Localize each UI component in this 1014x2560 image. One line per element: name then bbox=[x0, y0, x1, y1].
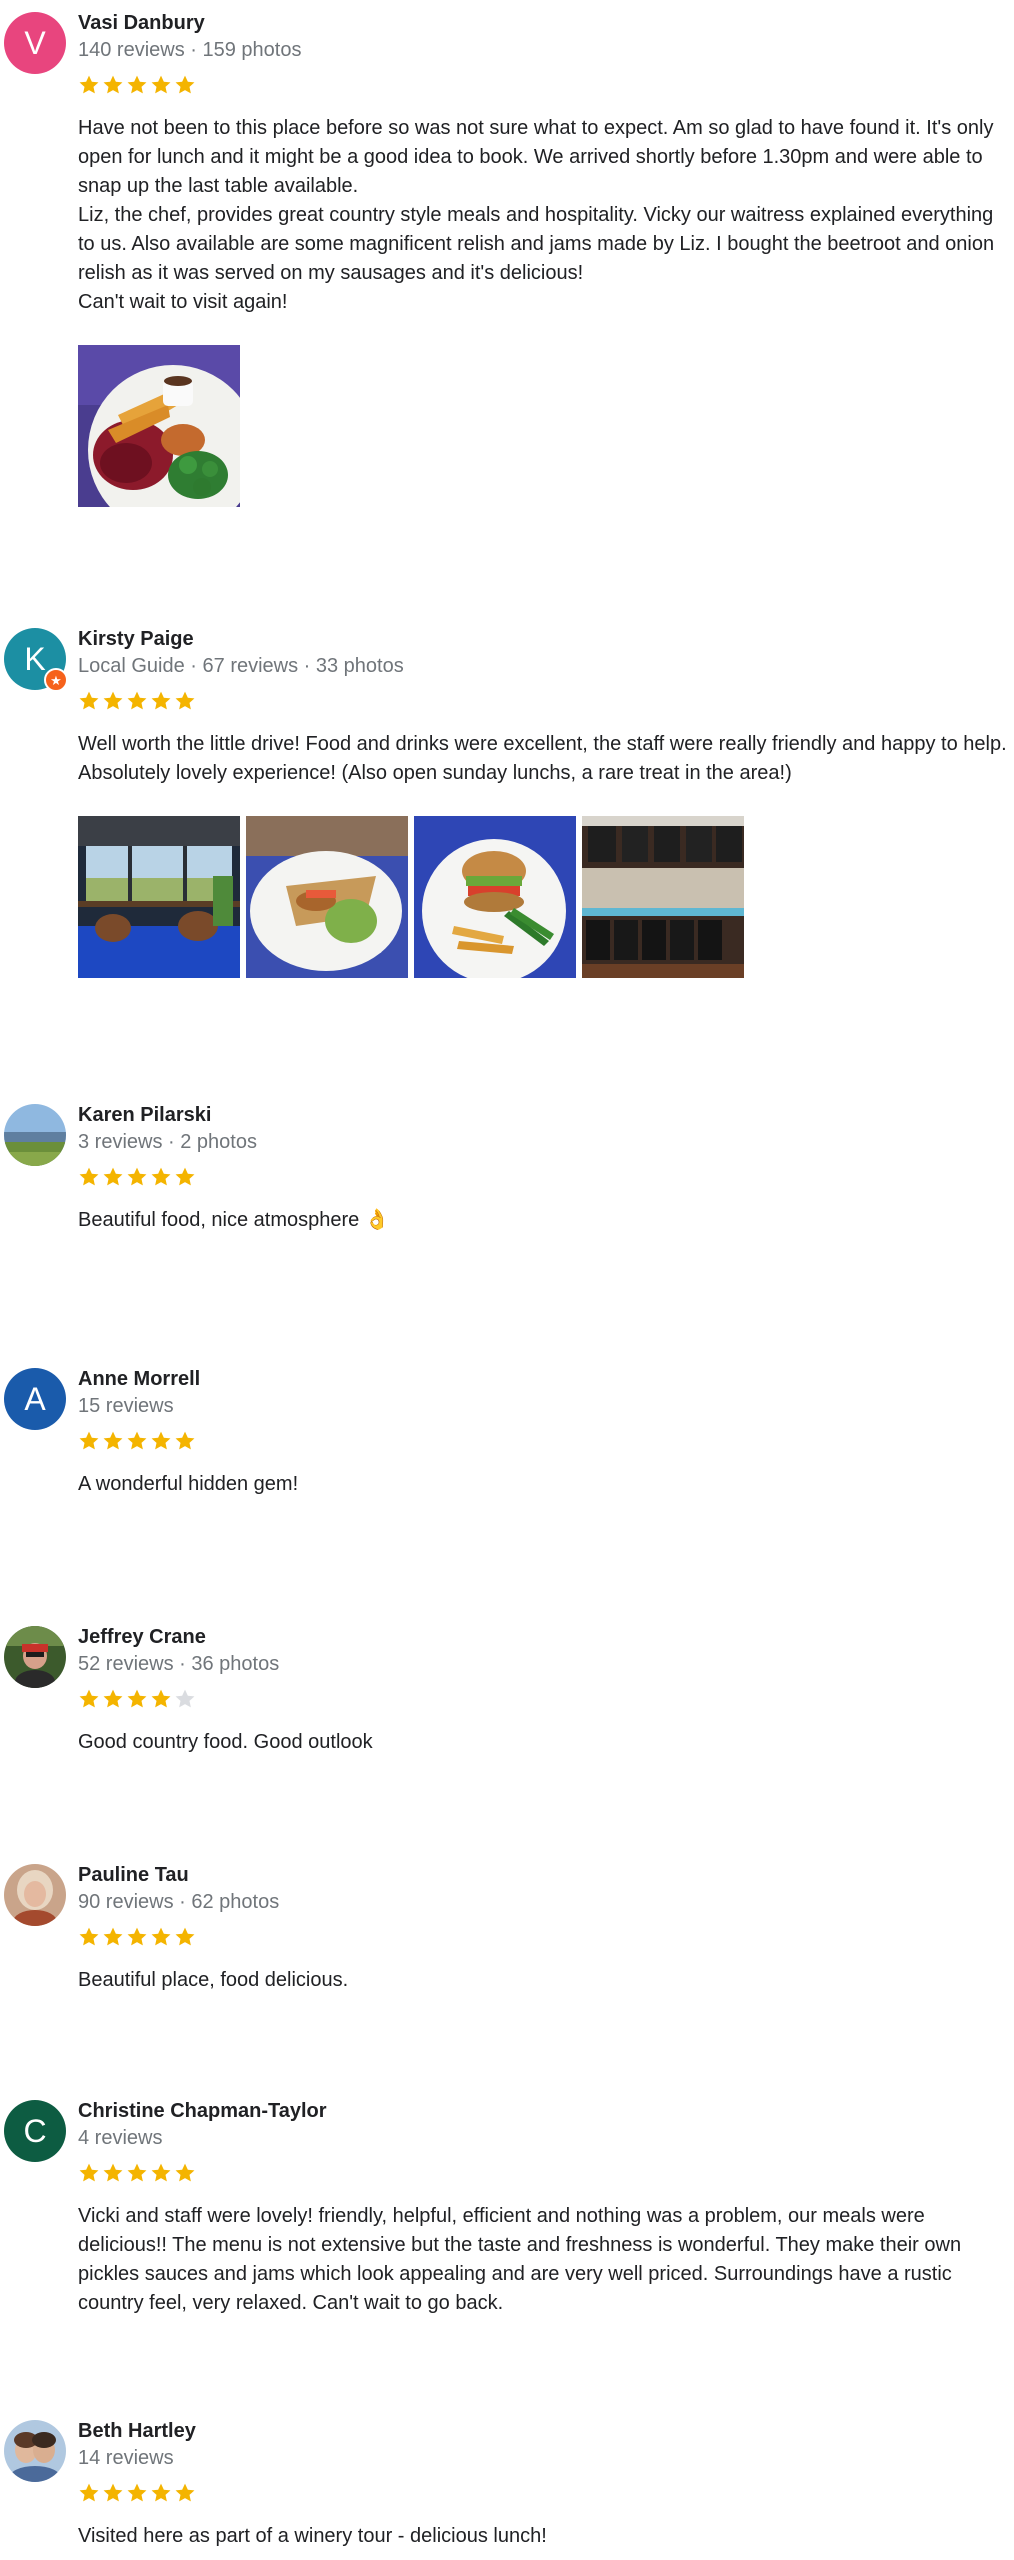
star-icon bbox=[127, 2163, 147, 2182]
burger-fries-photo[interactable] bbox=[414, 816, 576, 978]
star-icon bbox=[127, 1927, 147, 1946]
star-icon bbox=[151, 1927, 171, 1946]
star-icon bbox=[103, 2483, 123, 2502]
star-rating bbox=[78, 2158, 1008, 2188]
star-icon bbox=[127, 691, 147, 710]
star-icon bbox=[103, 75, 123, 94]
review-text: Beautiful place, food delicious. bbox=[78, 1969, 349, 1991]
star-icon bbox=[79, 2163, 99, 2182]
star-icon bbox=[103, 1689, 123, 1708]
avatar[interactable] bbox=[4, 2420, 66, 2482]
reviewer-meta: 14 reviews bbox=[78, 2447, 174, 2469]
star-icon bbox=[151, 1431, 171, 1450]
star-icon bbox=[127, 1431, 147, 1450]
avatar[interactable]: C bbox=[4, 2100, 66, 2162]
burger-plate-photo[interactable] bbox=[246, 816, 408, 978]
reviewer-name[interactable]: Pauline Tau bbox=[78, 1862, 1008, 1888]
star-icon bbox=[175, 1927, 195, 1946]
food-plate-photo[interactable] bbox=[78, 345, 240, 507]
star-icon bbox=[103, 2163, 123, 2182]
star-icon bbox=[175, 2163, 195, 2182]
star-icon bbox=[127, 75, 147, 94]
star-icon bbox=[79, 691, 99, 710]
star-rating bbox=[78, 1426, 1008, 1456]
review-text: Vicki and staff were lovely! friendly, h… bbox=[78, 2205, 962, 2314]
star-icon bbox=[79, 1167, 99, 1186]
star-icon bbox=[151, 2483, 171, 2502]
reviewer-name[interactable]: Beth Hartley bbox=[78, 2418, 1008, 2444]
star-rating bbox=[78, 1922, 1008, 1952]
reviewer-meta: 90 reviews · 62 photos bbox=[78, 1891, 280, 1913]
avatar[interactable] bbox=[4, 1104, 66, 1166]
review-text: Well worth the little drive! Food and dr… bbox=[78, 733, 1007, 784]
avatar-letter: K bbox=[24, 641, 46, 677]
reviewer-meta: 3 reviews · 2 photos bbox=[78, 1131, 257, 1153]
review-text: Visited here as part of a winery tour - … bbox=[78, 2525, 547, 2547]
star-rating bbox=[78, 686, 1008, 716]
avatar-letter: A bbox=[24, 1381, 46, 1417]
star-icon bbox=[79, 1927, 99, 1946]
star-icon bbox=[103, 1927, 123, 1946]
star-icon bbox=[151, 1167, 171, 1186]
star-icon bbox=[175, 1431, 195, 1450]
star-icon bbox=[175, 75, 195, 94]
reviewer-meta: 140 reviews · 159 photos bbox=[78, 39, 302, 61]
star-icon bbox=[175, 2483, 195, 2502]
star-icon bbox=[127, 1689, 147, 1708]
avatar[interactable]: A bbox=[4, 1368, 66, 1430]
review-text: A wonderful hidden gem! bbox=[78, 1473, 299, 1495]
review-text: Good country food. Good outlook bbox=[78, 1731, 373, 1753]
star-icon bbox=[151, 1689, 171, 1708]
avatar[interactable]: V bbox=[4, 12, 66, 74]
star-icon bbox=[151, 691, 171, 710]
star-icon bbox=[127, 2483, 147, 2502]
star-rating bbox=[78, 70, 1008, 100]
review-text: Beautiful food, nice atmosphere 👌 bbox=[78, 1209, 390, 1231]
star-icon bbox=[103, 1431, 123, 1450]
star-rating bbox=[78, 2478, 1008, 2508]
reviewer-name[interactable]: Jeffrey Crane bbox=[78, 1624, 1008, 1650]
avatar-letter: C bbox=[23, 2113, 47, 2149]
review-photos bbox=[78, 345, 1008, 507]
avatar[interactable] bbox=[4, 1864, 66, 1926]
star-icon bbox=[151, 75, 171, 94]
reviewer-meta: 15 reviews bbox=[78, 1395, 174, 1417]
avatar-letter: V bbox=[24, 25, 46, 61]
reviewer-name[interactable]: Vasi Danbury bbox=[78, 10, 1008, 36]
star-icon bbox=[79, 75, 99, 94]
star-icon bbox=[79, 1689, 99, 1708]
star-icon bbox=[103, 1167, 123, 1186]
star-rating bbox=[78, 1162, 1008, 1192]
reviewer-meta: 4 reviews bbox=[78, 2127, 163, 2149]
reviewer-meta: 52 reviews · 36 photos bbox=[78, 1653, 280, 1675]
star-icon bbox=[127, 1167, 147, 1186]
star-icon bbox=[103, 691, 123, 710]
reviewer-meta: Local Guide · 67 reviews · 33 photos bbox=[78, 655, 404, 677]
star-icon bbox=[175, 1689, 195, 1708]
local-guide-badge-icon: ★ bbox=[44, 668, 68, 692]
dining-room-photo[interactable] bbox=[78, 816, 240, 978]
avatar[interactable] bbox=[4, 1626, 66, 1688]
star-icon bbox=[151, 2163, 171, 2182]
reviewer-name[interactable]: Karen Pilarski bbox=[78, 1102, 1008, 1128]
star-icon bbox=[175, 1167, 195, 1186]
reviewer-name[interactable]: Christine Chapman-Taylor bbox=[78, 2098, 1008, 2124]
review-text: Have not been to this place before so wa… bbox=[78, 117, 995, 313]
star-icon bbox=[79, 2483, 99, 2502]
reviewer-name[interactable]: Anne Morrell bbox=[78, 1366, 1008, 1392]
bar-counter-photo[interactable] bbox=[582, 816, 744, 978]
star-icon bbox=[79, 1431, 99, 1450]
star-icon bbox=[175, 691, 195, 710]
star-rating bbox=[78, 1684, 1008, 1714]
reviewer-name[interactable]: Kirsty Paige bbox=[78, 626, 1008, 652]
review-photos bbox=[78, 816, 1008, 978]
